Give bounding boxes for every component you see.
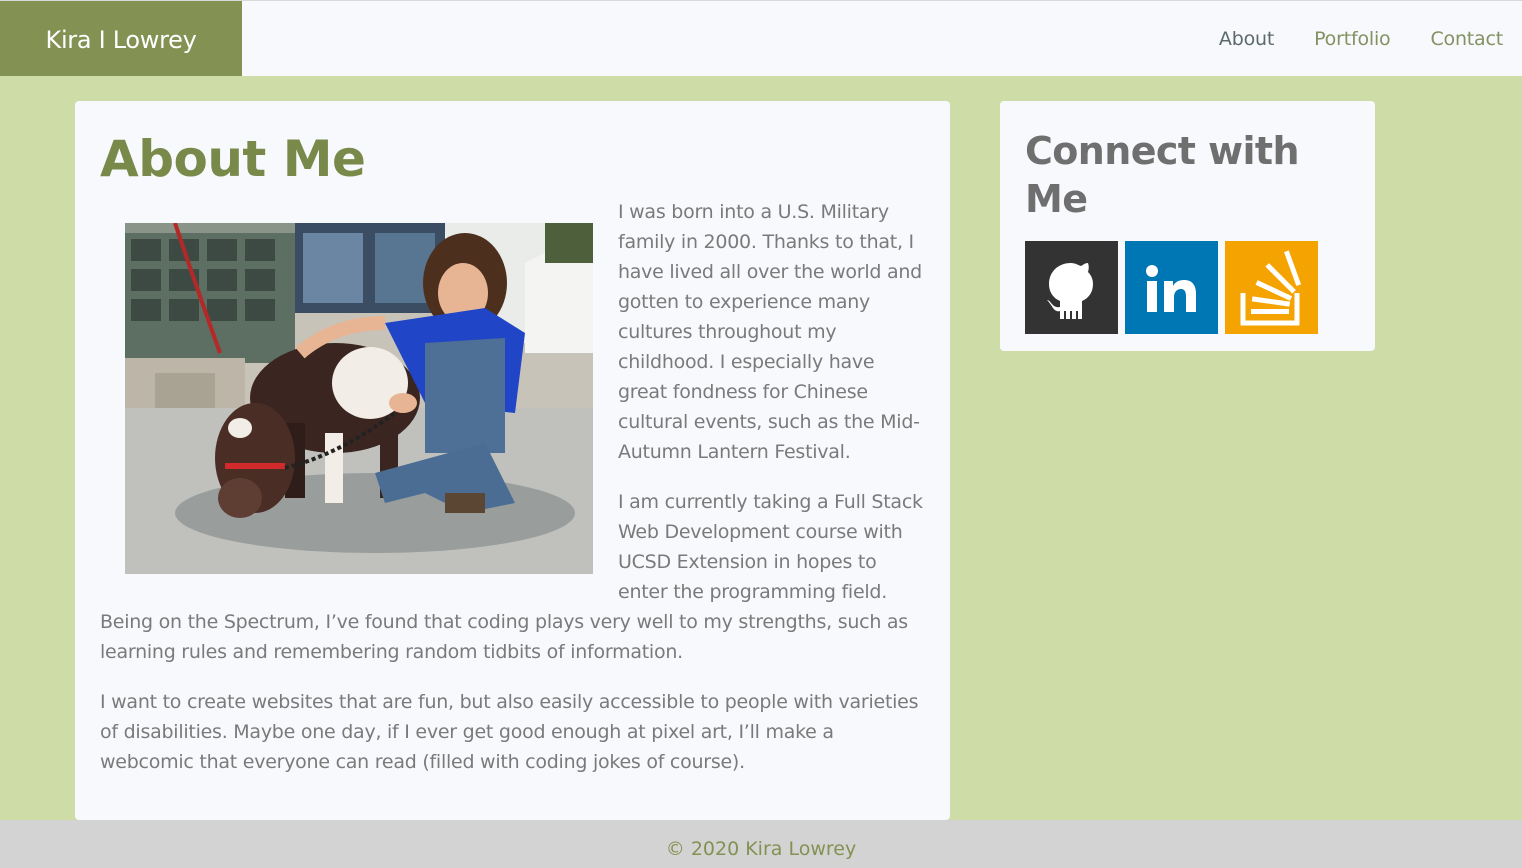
linkedin-icon [1125, 241, 1218, 334]
stackoverflow-link[interactable] [1225, 241, 1318, 334]
nav-link-contact[interactable]: Contact [1430, 28, 1503, 50]
linkedin-link[interactable] [1125, 241, 1218, 334]
footer: © 2020 Kira Lowrey [0, 820, 1522, 868]
nav-link-portfolio[interactable]: Portfolio [1314, 28, 1391, 50]
connect-card: Connect with Me [1000, 101, 1375, 351]
social-links [1025, 241, 1350, 334]
navbar: Kira I Lowrey About Portfolio Contact [0, 0, 1522, 76]
about-paragraph-3: I want to create websites that are fun, … [100, 691, 919, 773]
nav-menu: About Portfolio Contact [1219, 1, 1503, 76]
footer-copyright: © 2020 Kira Lowrey [665, 838, 857, 860]
profile-photo [125, 223, 593, 574]
github-link[interactable] [1025, 241, 1118, 334]
github-icon [1025, 241, 1118, 334]
stackoverflow-icon [1225, 241, 1318, 334]
about-title: About Me [100, 130, 366, 188]
nav-link-about[interactable]: About [1219, 28, 1274, 50]
brand-link[interactable]: Kira I Lowrey [0, 1, 242, 76]
about-card: About Me I was born into a U.S. Military… [75, 101, 950, 820]
connect-title: Connect with Me [1025, 129, 1300, 221]
